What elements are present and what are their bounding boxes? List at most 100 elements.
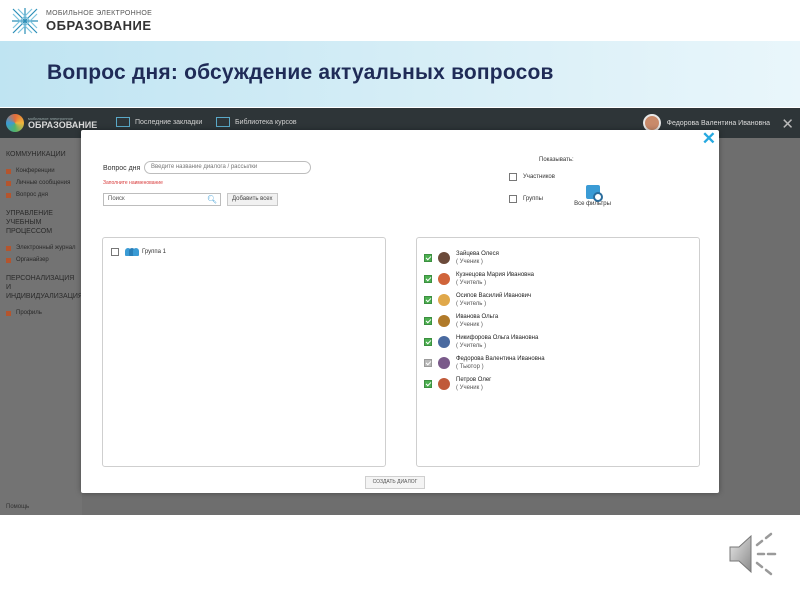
sidebar-item-label: Личные сообщения <box>16 180 71 186</box>
participant-name: Петров Олег <box>456 377 492 383</box>
user-name: Федорова Валентина Ивановна <box>666 119 770 127</box>
create-dialog-modal: ✕ Вопрос дня Введите название диалога / … <box>81 129 719 493</box>
topic-label: Вопрос дня <box>103 165 141 172</box>
sidebar-item-profile[interactable]: Профиль <box>0 307 82 319</box>
app-footer: Помощь <box>0 500 800 515</box>
search-input[interactable]: Поиск 🔍︎ <box>103 193 221 206</box>
question-icon <box>6 192 11 198</box>
app-logo-line2: ОБРАЗОВАНИЕ <box>28 119 98 130</box>
participant-checkbox[interactable] <box>424 296 432 304</box>
participant-name: Никифорова Ольга Ивановна <box>456 335 539 341</box>
participant-checkbox[interactable] <box>424 254 432 262</box>
list-item[interactable]: Никифорова Ольга Ивановна ( Учитель ) <box>424 334 538 350</box>
participant-name: Иванова Ольга <box>456 314 499 320</box>
title-band: Вопрос дня: обсуждение актуальных вопрос… <box>0 41 800 107</box>
app-logo-icon <box>6 114 24 132</box>
validation-warning: Заполните наименование <box>103 180 163 186</box>
avatar <box>438 357 450 369</box>
participant-checkbox[interactable] <box>424 338 432 346</box>
organizer-icon <box>6 257 11 263</box>
topic-input[interactable]: Введите название диалога / рассылки <box>144 161 311 174</box>
sidebar-item-label: Профиль <box>16 310 42 316</box>
participant-role: ( Учитель ) <box>456 301 487 307</box>
close-icon[interactable]: ✕ <box>702 129 716 149</box>
app-screenshot: мобильное электронное ОБРАЗОВАНИЕ Послед… <box>0 108 800 515</box>
messages-icon <box>6 180 11 186</box>
sidebar-section-personalization: ПЕРСОНАЛИЗАЦИЯ И ИНДИВИДУАЛИЗАЦИЯ <box>6 275 83 300</box>
list-item[interactable]: Осипов Василий Иванович ( Учитель ) <box>424 292 531 308</box>
search-icon[interactable]: 🔍︎ <box>207 195 217 204</box>
participant-role: ( Ученик ) <box>456 385 483 391</box>
brand-mark-icon <box>12 8 38 34</box>
create-dialog-button[interactable]: СОЗДАТЬ ДИАЛОГ <box>365 476 425 489</box>
participant-checkbox[interactable] <box>424 317 432 325</box>
list-item[interactable]: Петров Олег ( Ученик ) <box>424 376 491 392</box>
sidebar-item-messages[interactable]: Личные сообщения <box>0 177 82 189</box>
participant-role: ( Ученик ) <box>456 322 483 328</box>
slide-title: Вопрос дня: обсуждение актуальных вопрос… <box>47 61 554 84</box>
avatar <box>438 315 450 327</box>
option-label: Группы <box>523 196 543 202</box>
participant-role: ( Учитель ) <box>456 343 487 349</box>
app-close-icon[interactable]: ✕ <box>781 115 794 133</box>
participant-name: Осипов Василий Иванович <box>456 293 532 299</box>
speaker-icon[interactable] <box>726 528 778 580</box>
tab-label: Библиотека курсов <box>235 118 297 126</box>
add-all-button[interactable]: Добавить всех <box>227 193 278 206</box>
participant-role: ( Тьютор ) <box>456 364 484 370</box>
show-groups-option[interactable]: Группы <box>509 195 543 203</box>
tab-recent-bookmarks[interactable]: Последние закладки <box>116 117 202 127</box>
sidebar-item-label: Электронный журнал <box>16 245 76 251</box>
sidebar-item-label: Органайзер <box>16 257 49 263</box>
groups-panel: Группа 1 <box>102 237 386 467</box>
sidebar-section-communications: КОММУНИКАЦИИ <box>6 151 66 158</box>
participant-role: ( Ученик ) <box>456 259 483 265</box>
avatar <box>438 252 450 264</box>
show-participants-option[interactable]: Участников <box>509 173 555 181</box>
sidebar-item-conferences[interactable]: Конференции <box>0 165 82 177</box>
filter-search-icon <box>585 185 603 202</box>
list-item[interactable]: Группа 1 <box>111 247 166 256</box>
brand-line2: ОБРАЗОВАНИЕ <box>46 18 152 33</box>
participant-role: ( Учитель ) <box>456 280 487 286</box>
brand-line1: МОБИЛЬНОЕ ЭЛЕКТРОННОЕ <box>46 10 153 17</box>
group-icon <box>125 247 139 256</box>
group-checkbox[interactable] <box>111 247 119 256</box>
sidebar-section-learning: УПРАВЛЕНИЕ УЧЕБНЫМ ПРОЦЕССОМ <box>6 210 53 235</box>
help-link[interactable]: Помощь <box>6 504 29 510</box>
list-item[interactable]: Зайцева Олеся ( Ученик ) <box>424 250 499 266</box>
participant-name: Кузнецова Мария Ивановна <box>456 272 534 278</box>
sidebar-item-label: Конференции <box>16 168 55 174</box>
list-item[interactable]: Кузнецова Мария Ивановна ( Учитель ) <box>424 271 534 287</box>
participant-name: Зайцева Олеся <box>456 251 499 257</box>
show-label: Показывать: <box>539 157 574 163</box>
app-sidebar: КОММУНИКАЦИИ Конференции Личные сообщени… <box>0 138 83 515</box>
library-icon <box>216 117 230 127</box>
avatar <box>438 273 450 285</box>
bookmarks-icon <box>116 117 130 127</box>
sidebar-item-question-of-day[interactable]: Вопрос дня <box>0 189 82 201</box>
participant-checkbox[interactable] <box>424 275 432 283</box>
participant-checkbox[interactable] <box>424 380 432 388</box>
search-placeholder: Поиск <box>108 196 125 202</box>
avatar <box>438 336 450 348</box>
all-filters-button[interactable]: Все фильтры <box>570 185 615 207</box>
conferences-icon <box>6 168 11 174</box>
avatar <box>438 294 450 306</box>
sidebar-item-organizer[interactable]: Органайзер <box>0 254 82 266</box>
all-filters-label: Все фильтры <box>574 201 611 207</box>
slide-brand-logo: МОБИЛЬНОЕ ЭЛЕКТРОННОЕ ОБРАЗОВАНИЕ <box>10 6 152 36</box>
tab-course-library[interactable]: Библиотека курсов <box>216 117 297 127</box>
participant-name: Федорова Валентина Ивановна <box>456 356 545 362</box>
avatar <box>438 378 450 390</box>
option-label: Участников <box>523 174 555 180</box>
list-item[interactable]: Иванова Ольга ( Ученик ) <box>424 313 498 329</box>
list-item[interactable]: Федорова Валентина Ивановна ( Тьютор ) <box>424 355 545 371</box>
groups-checkbox[interactable] <box>509 195 517 203</box>
journal-icon <box>6 245 11 251</box>
participants-checkbox[interactable] <box>509 173 517 181</box>
participants-panel: Зайцева Олеся ( Ученик ) Кузнецова Мария … <box>416 237 700 467</box>
sidebar-item-label: Вопрос дня <box>16 192 48 198</box>
sidebar-item-journal[interactable]: Электронный журнал <box>0 242 82 254</box>
participant-checkbox[interactable] <box>424 359 432 367</box>
